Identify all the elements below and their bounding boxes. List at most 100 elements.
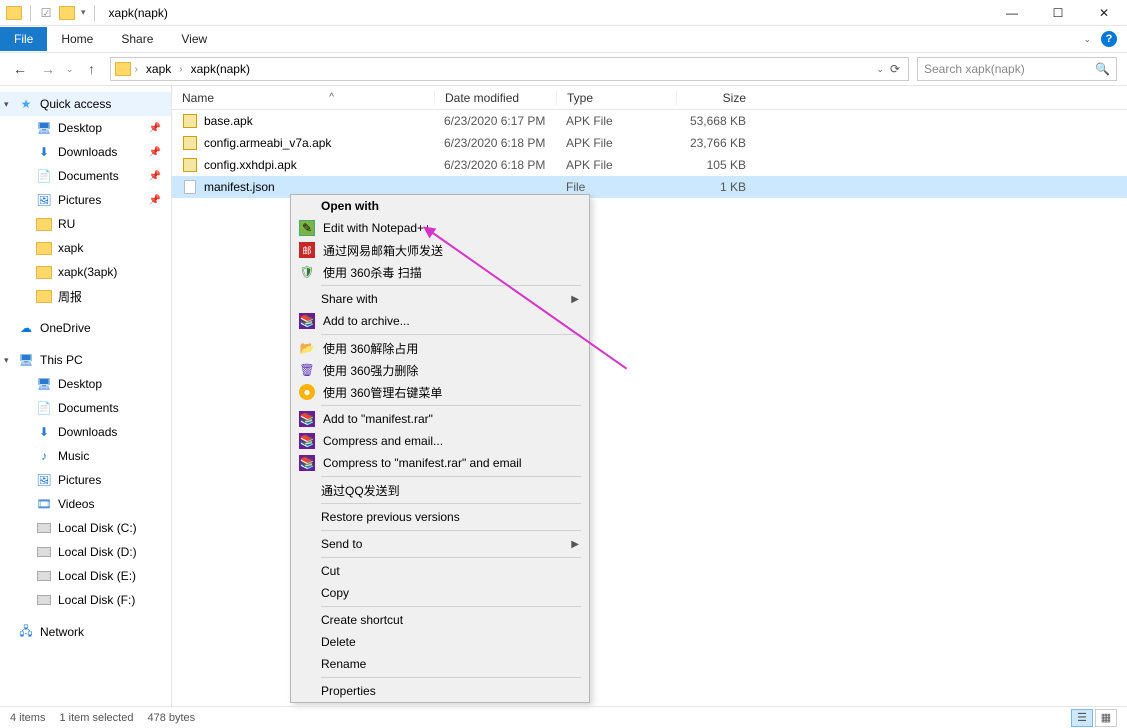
ctx-add-to-archive[interactable]: 📚Add to archive... xyxy=(291,310,589,332)
ribbon-expand-icon[interactable]: ⌄ xyxy=(1083,34,1091,45)
address-bar[interactable]: › xapk › xapk(napk) ⌄ ⟳ xyxy=(110,57,909,81)
sidebar-item[interactable]: 🖼Pictures📌 xyxy=(0,188,171,212)
ctx-360-scan[interactable]: 🛡使用 360杀毒 扫描 xyxy=(291,261,589,283)
sidebar-this-pc[interactable]: 🖥 This PC xyxy=(0,348,171,372)
ctx-copy[interactable]: Copy xyxy=(291,582,589,604)
ctx-cut[interactable]: Cut xyxy=(291,560,589,582)
file-name: manifest.json xyxy=(204,180,275,194)
folder-icon xyxy=(36,264,52,280)
desktop-icon: 🖥 xyxy=(36,120,52,136)
sidebar-item[interactable]: 🖥Desktop📌 xyxy=(0,116,171,140)
tab-share[interactable]: Share xyxy=(107,27,167,51)
sidebar-item-label: xapk xyxy=(58,241,83,255)
column-name[interactable]: Name xyxy=(172,91,434,105)
sidebar-item[interactable]: xapk xyxy=(0,236,171,260)
ctx-edit-notepad-plus-plus[interactable]: ✎Edit with Notepad++ xyxy=(291,217,589,239)
status-bytes: 478 bytes xyxy=(147,712,195,724)
view-details-button[interactable]: ☰ xyxy=(1071,709,1093,727)
ctx-360-manage-context[interactable]: ●使用 360管理右键菜单 xyxy=(291,381,589,403)
sidebar-quick-access[interactable]: ★ Quick access xyxy=(0,92,171,116)
sidebar-item[interactable]: Local Disk (E:) xyxy=(0,564,171,588)
tab-view[interactable]: View xyxy=(167,27,221,51)
file-type: APK File xyxy=(556,114,676,128)
ctx-properties[interactable]: Properties xyxy=(291,680,589,702)
refresh-icon[interactable]: ⟳ xyxy=(890,62,900,76)
ctx-netease-send[interactable]: 邮通过网易邮箱大师发送 xyxy=(291,239,589,261)
up-button[interactable]: ↑ xyxy=(82,59,102,79)
ctx-compress-email[interactable]: 📚Compress and email... xyxy=(291,430,589,452)
sidebar-item-label: Desktop xyxy=(58,377,102,391)
close-button[interactable]: ✕ xyxy=(1081,0,1127,26)
sidebar-item[interactable]: ⬇Downloads📌 xyxy=(0,140,171,164)
sidebar-onedrive[interactable]: ☁ OneDrive xyxy=(0,316,171,340)
breadcrumb-part[interactable]: xapk(napk) xyxy=(187,60,254,78)
column-size[interactable]: Size xyxy=(676,91,756,105)
chevron-right-icon: ▶ xyxy=(571,539,579,550)
help-icon[interactable]: ? xyxy=(1101,31,1117,47)
ctx-compress-manifest-email[interactable]: 📚Compress to "manifest.rar" and email xyxy=(291,452,589,474)
sidebar-item-label: Local Disk (E:) xyxy=(58,569,136,583)
search-icon[interactable]: 🔍 xyxy=(1095,62,1110,76)
sidebar-item-label: Downloads xyxy=(58,145,117,159)
pictures-icon: 🖼 xyxy=(36,472,52,488)
ctx-add-to-manifest-rar[interactable]: 📚Add to "manifest.rar" xyxy=(291,408,589,430)
ctx-send-to[interactable]: Send to▶ xyxy=(291,533,589,555)
sidebar-item[interactable]: 🎞 Videos xyxy=(0,492,171,516)
sidebar-item[interactable]: 📄Documents xyxy=(0,396,171,420)
qat-new-folder-icon[interactable] xyxy=(59,6,75,20)
qat-properties-icon[interactable]: ☑ xyxy=(39,6,53,20)
winrar-icon: 📚 xyxy=(299,313,315,329)
sidebar-item[interactable]: 周报 xyxy=(0,284,171,308)
chevron-right-icon[interactable]: › xyxy=(177,64,184,75)
ctx-restore-previous[interactable]: Restore previous versions xyxy=(291,506,589,528)
minimize-button[interactable]: — xyxy=(989,0,1035,26)
sidebar-item[interactable]: Local Disk (C:) xyxy=(0,516,171,540)
sidebar-item-label: RU xyxy=(58,217,75,231)
ctx-delete[interactable]: Delete xyxy=(291,631,589,653)
file-size: 1 KB xyxy=(676,180,756,194)
breadcrumb-part[interactable]: xapk xyxy=(142,60,175,78)
file-tab[interactable]: File xyxy=(0,27,47,51)
sidebar-item[interactable]: RU xyxy=(0,212,171,236)
back-button[interactable]: ← xyxy=(10,59,30,79)
ctx-360-force-delete[interactable]: 🗑使用 360强力删除 xyxy=(291,359,589,381)
documents-icon: 📄 xyxy=(36,168,52,184)
search-input[interactable]: Search xapk(napk) 🔍 xyxy=(917,57,1117,81)
sidebar-item[interactable]: 🖥Desktop xyxy=(0,372,171,396)
ctx-share-with[interactable]: Share with▶ xyxy=(291,288,589,310)
file-row[interactable]: config.xxhdpi.apk6/23/2020 6:18 PMAPK Fi… xyxy=(172,154,1127,176)
ctx-rename[interactable]: Rename xyxy=(291,653,589,675)
window-icon xyxy=(6,6,22,20)
videos-icon: 🎞 xyxy=(36,496,52,512)
sidebar-item[interactable]: ♪Music xyxy=(0,444,171,468)
sidebar-item[interactable]: ⬇Downloads xyxy=(0,420,171,444)
sidebar-item[interactable]: Local Disk (F:) xyxy=(0,588,171,612)
sidebar-network[interactable]: 🖧 Network xyxy=(0,620,171,644)
column-date-modified[interactable]: Date modified xyxy=(434,91,556,105)
sidebar-item-label: Videos xyxy=(58,497,94,511)
address-dropdown-icon[interactable]: ⌄ xyxy=(876,64,884,75)
maximize-button[interactable]: ☐ xyxy=(1035,0,1081,26)
chevron-right-icon[interactable]: › xyxy=(133,64,140,75)
ctx-open-with[interactable]: Open with xyxy=(291,195,589,217)
file-row[interactable]: base.apk6/23/2020 6:17 PMAPK File53,668 … xyxy=(172,110,1127,132)
music-icon: ♪ xyxy=(36,448,52,464)
sidebar-item[interactable]: 🖼Pictures xyxy=(0,468,171,492)
forward-button[interactable]: → xyxy=(38,59,58,79)
sidebar-item-label: Documents xyxy=(58,169,119,183)
ctx-qq-send[interactable]: 通过QQ发送到 xyxy=(291,479,589,501)
view-icons-button[interactable]: ▦ xyxy=(1095,709,1117,727)
disk-icon xyxy=(36,592,52,608)
pc-icon: 🖥 xyxy=(18,352,34,368)
sidebar-item[interactable]: xapk(3apk) xyxy=(0,260,171,284)
column-type[interactable]: Type xyxy=(556,91,676,105)
ctx-360-unlock[interactable]: 📂使用 360解除占用 xyxy=(291,337,589,359)
tab-home[interactable]: Home xyxy=(47,27,107,51)
file-row[interactable]: config.armeabi_v7a.apk6/23/2020 6:18 PMA… xyxy=(172,132,1127,154)
sidebar-item[interactable]: Local Disk (D:) xyxy=(0,540,171,564)
column-headers: Name Date modified Type Size xyxy=(172,86,1127,110)
ctx-create-shortcut[interactable]: Create shortcut xyxy=(291,609,589,631)
qat-customize-icon[interactable]: ▾ xyxy=(81,7,86,18)
history-dropdown-icon[interactable]: ⌄ xyxy=(66,64,74,75)
sidebar-item[interactable]: 📄Documents📌 xyxy=(0,164,171,188)
